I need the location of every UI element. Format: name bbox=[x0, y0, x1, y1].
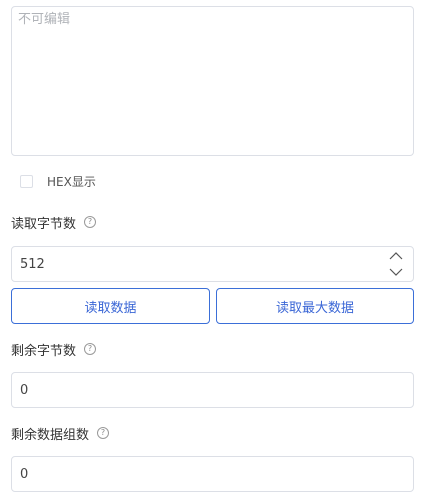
help-icon[interactable]: ? bbox=[84, 343, 97, 355]
read-bytes-value: 512 bbox=[20, 256, 45, 272]
hex-display-toggle[interactable]: HEX显示 bbox=[20, 172, 96, 190]
chevron-up-icon[interactable] bbox=[388, 249, 404, 263]
remaining-bytes-label: 剩余字节数 ? bbox=[11, 340, 97, 359]
help-icon[interactable]: ? bbox=[97, 427, 110, 439]
read-bytes-label-text: 读取字节数 bbox=[11, 216, 77, 232]
chevron-down-icon[interactable] bbox=[388, 265, 404, 279]
remaining-bytes-field[interactable]: 0 bbox=[11, 372, 414, 408]
remaining-groups-value: 0 bbox=[20, 466, 29, 482]
readonly-placeholder: 不可编辑 bbox=[18, 12, 71, 27]
hex-label: HEX显示 bbox=[47, 174, 96, 189]
hex-checkbox[interactable] bbox=[20, 174, 33, 188]
remaining-bytes-label-text: 剩余字节数 bbox=[11, 343, 77, 359]
read-data-button[interactable]: 读取数据 bbox=[11, 288, 210, 324]
help-icon[interactable]: ? bbox=[84, 216, 97, 228]
quantity-stepper[interactable] bbox=[387, 249, 405, 279]
readonly-output-area[interactable]: 不可编辑 bbox=[11, 6, 414, 156]
remaining-groups-field[interactable]: 0 bbox=[11, 456, 414, 492]
read-max-data-button[interactable]: 读取最大数据 bbox=[216, 288, 414, 324]
remaining-groups-label-text: 剩余数据组数 bbox=[11, 427, 90, 443]
read-bytes-input[interactable]: 512 bbox=[11, 246, 414, 282]
remaining-bytes-value: 0 bbox=[20, 382, 29, 398]
remaining-groups-label: 剩余数据组数 ? bbox=[11, 424, 110, 443]
read-bytes-label: 读取字节数 ? bbox=[11, 213, 97, 232]
